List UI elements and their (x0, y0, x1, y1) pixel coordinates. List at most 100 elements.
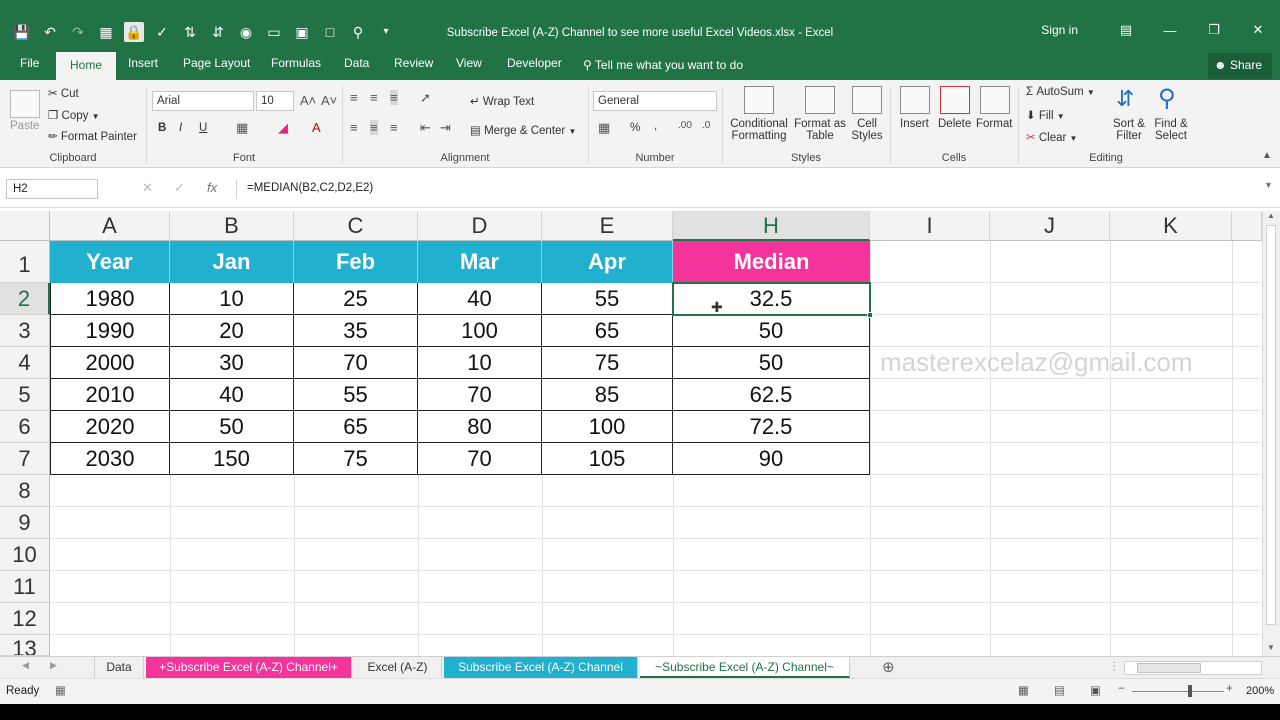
decrease-decimal-icon[interactable]: .0 (702, 120, 710, 131)
column-header-c[interactable]: C (294, 211, 418, 241)
paste-icon[interactable] (10, 90, 40, 118)
insert-cells-button[interactable]: Insert (900, 118, 929, 130)
sign-in-link[interactable]: Sign in (1041, 23, 1078, 37)
sheet-tab-subscribe-tilde[interactable]: ~Subscribe Excel (A-Z) Channel~ (640, 657, 850, 678)
sheet-tab-subscribe-plus[interactable]: +Subscribe Excel (A-Z) Channel+ (146, 657, 352, 678)
enter-icon[interactable]: ✓ (174, 180, 185, 196)
row-header-3[interactable]: 3 (0, 315, 50, 347)
table-cell[interactable]: 40 (418, 283, 542, 315)
table-cell[interactable]: 35 (294, 315, 418, 347)
format-cells-icon[interactable] (980, 86, 1010, 114)
decrease-indent-icon[interactable]: ⇤ (420, 120, 431, 136)
row-header-12[interactable]: 12 (0, 603, 50, 635)
delete-cells-icon[interactable] (940, 86, 970, 114)
horizontal-scroll-thumb[interactable] (1137, 663, 1201, 673)
tab-insert[interactable]: Insert (128, 56, 158, 70)
column-header-a[interactable]: A (50, 211, 170, 241)
format-as-table-icon[interactable] (805, 86, 835, 114)
font-size-select[interactable]: 10 (256, 91, 294, 111)
tab-data[interactable]: Data (344, 56, 369, 70)
close-icon[interactable]: ✕ (1236, 22, 1280, 38)
table-cell[interactable]: 10 (418, 347, 542, 379)
zoom-level[interactable]: 200% (1246, 685, 1274, 697)
sort-filter-button[interactable]: Sort & Filter (1108, 118, 1150, 142)
wrap-text-button[interactable]: ↵ Wrap Text (470, 94, 534, 108)
conditional-formatting-icon[interactable] (744, 86, 774, 114)
insert-function-icon[interactable]: fx (207, 180, 217, 195)
paste-button[interactable]: Paste (10, 120, 39, 132)
row-header-6[interactable]: 6 (0, 411, 50, 443)
header-cell-median[interactable]: Median (673, 241, 870, 283)
header-cell-jan[interactable]: Jan (170, 241, 294, 283)
borders-icon[interactable]: ▦ (236, 120, 248, 136)
row-header-11[interactable]: 11 (0, 571, 50, 603)
row-header-4[interactable]: 4 (0, 347, 50, 379)
scroll-tabs-left-icon[interactable]: ◀ (22, 660, 29, 671)
normal-view-icon[interactable]: ▦ (1018, 683, 1029, 697)
horizontal-scrollbar[interactable] (1124, 661, 1262, 675)
tab-formulas[interactable]: Formulas (271, 56, 321, 70)
page-break-view-icon[interactable]: ▣ (1090, 683, 1101, 697)
header-cell-year[interactable]: Year (50, 241, 170, 283)
tab-developer[interactable]: Developer (507, 56, 562, 70)
header-cell-mar[interactable]: Mar (418, 241, 542, 283)
table-cell[interactable]: 30 (170, 347, 294, 379)
format-as-table-button[interactable]: Format as Table (792, 118, 848, 142)
page-layout-view-icon[interactable]: ▤ (1054, 683, 1065, 697)
fill-handle[interactable] (867, 312, 873, 318)
table-cell[interactable]: 80 (418, 411, 542, 443)
table-cell[interactable]: 65 (294, 411, 418, 443)
collapse-ribbon-icon[interactable]: ▲ (1262, 150, 1272, 161)
align-left-icon[interactable]: ≡ (350, 120, 358, 135)
tab-page-layout[interactable]: Page Layout (183, 56, 250, 70)
table-cell[interactable]: 2020 (50, 411, 170, 443)
font-name-select[interactable]: Arial (152, 91, 254, 111)
tab-home[interactable]: Home (56, 52, 117, 80)
table-cell[interactable]: 105 (542, 443, 673, 475)
increase-decimal-icon[interactable]: .00 (678, 120, 692, 131)
cancel-icon[interactable]: ✕ (142, 180, 153, 196)
macro-record-icon[interactable]: ▦ (55, 683, 66, 697)
zoom-in-icon[interactable]: + (1226, 683, 1233, 695)
tab-file[interactable]: File (20, 56, 39, 70)
align-right-icon[interactable]: ≡ (390, 120, 398, 135)
number-format-select[interactable]: General (593, 91, 717, 111)
find-select-icon[interactable]: ⚲ (1158, 84, 1176, 113)
zoom-out-icon[interactable]: − (1118, 683, 1125, 695)
font-color-icon[interactable]: A (312, 120, 321, 135)
autosum-button[interactable]: Σ AutoSum ▼ (1026, 86, 1095, 98)
cell-styles-icon[interactable] (852, 86, 882, 114)
table-cell[interactable]: 85 (542, 379, 673, 411)
decrease-font-icon[interactable]: A˅ (321, 93, 337, 108)
row-header-8[interactable]: 8 (0, 475, 50, 507)
column-header-partial[interactable] (1232, 211, 1262, 241)
column-header-d[interactable]: D (418, 211, 542, 241)
ribbon-display-icon[interactable]: ▤ (1104, 22, 1148, 38)
new-sheet-icon[interactable]: ⊕ (882, 658, 895, 676)
minimize-icon[interactable]: — (1148, 23, 1192, 38)
table-cell[interactable]: 75 (294, 443, 418, 475)
tab-view[interactable]: View (456, 56, 482, 70)
row-header-13[interactable]: 13 (0, 635, 50, 656)
merge-center-button[interactable]: ▤ Merge & Center ▼ (470, 123, 576, 137)
table-cell[interactable]: 150 (170, 443, 294, 475)
table-cell[interactable]: 70 (418, 379, 542, 411)
sort-filter-icon[interactable]: ⇵ (1116, 86, 1134, 112)
table-cell-median[interactable]: 62.5 (673, 379, 870, 411)
table-cell[interactable]: 100 (542, 411, 673, 443)
sheet-tab-subscribe[interactable]: Subscribe Excel (A-Z) Channel (444, 657, 638, 678)
align-middle-icon[interactable]: ≡ (370, 90, 378, 105)
active-cell-selection[interactable] (672, 282, 871, 316)
column-header-h[interactable]: H (673, 211, 870, 241)
table-cell-median[interactable]: 72.5 (673, 411, 870, 443)
table-cell-median[interactable]: 50 (673, 315, 870, 347)
orientation-icon[interactable]: ➚ (420, 90, 431, 106)
underline-button[interactable]: U (199, 122, 207, 134)
tab-review[interactable]: Review (394, 56, 433, 70)
column-header-j[interactable]: J (990, 211, 1110, 241)
expand-formula-icon[interactable]: ▼ (1264, 180, 1273, 190)
table-cell[interactable]: 55 (294, 379, 418, 411)
accounting-icon[interactable]: ▦ (598, 120, 610, 136)
column-header-k[interactable]: K (1110, 211, 1232, 241)
table-cell[interactable]: 25 (294, 283, 418, 315)
